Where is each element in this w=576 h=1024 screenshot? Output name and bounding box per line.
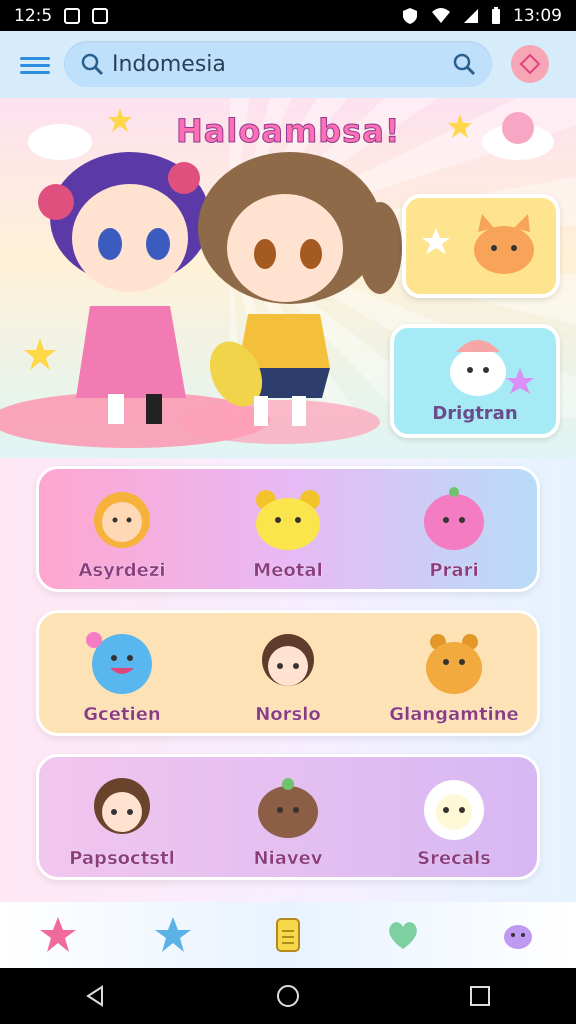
category-label: Niavev <box>253 848 323 869</box>
search-submit-icon[interactable] <box>452 52 476 76</box>
tab-chat[interactable] <box>378 910 428 960</box>
star-icon <box>448 114 472 138</box>
note-icon <box>275 918 300 952</box>
featured-card-label: Drigtran <box>432 403 518 424</box>
pink-blob-icon <box>424 487 484 550</box>
category-tile[interactable]: Gcetien <box>42 628 202 725</box>
category-row: Gcetien Norslo Glangamtine <box>36 610 540 736</box>
home-icon[interactable] <box>276 984 300 1008</box>
pink-star-icon <box>39 917 76 952</box>
signal-icon <box>464 8 478 23</box>
category-label: Meotal <box>253 560 323 581</box>
category-label: Srecals <box>417 848 491 869</box>
category-tile[interactable]: Glangamtine <box>374 628 534 725</box>
hero-banner[interactable]: Haloambsa! Drigtran <box>0 98 576 458</box>
category-tile[interactable]: Meotal <box>208 484 368 581</box>
category-row: Papsoctstl Niavev Srecals <box>36 754 540 880</box>
cloud-icon <box>28 124 92 160</box>
featured-card-dragon[interactable]: Drigtran <box>390 324 560 438</box>
tab-home[interactable] <box>33 910 83 960</box>
shell-icon <box>502 112 534 144</box>
brown-creature-icon <box>258 778 318 838</box>
category-label: Prari <box>429 560 479 581</box>
menu-icon-line <box>20 57 50 60</box>
tab-notes[interactable] <box>263 910 313 960</box>
category-tile[interactable]: Niavev <box>208 772 368 869</box>
category-tile[interactable]: Asyrdezi <box>42 484 202 581</box>
category-tile[interactable]: Norslo <box>208 628 368 725</box>
blue-star-icon <box>154 917 191 952</box>
notification-icon <box>64 7 81 24</box>
orange-bear-icon <box>426 634 482 694</box>
status-bar: 12:5 13:09 <box>0 0 576 31</box>
star-icon <box>108 108 132 132</box>
lion-cub-icon <box>94 492 150 548</box>
category-label: Glangamtine <box>389 704 519 725</box>
app-top-bar: Indomesia <box>0 31 576 98</box>
white-creature-icon <box>450 340 534 396</box>
menu-button[interactable] <box>20 53 50 75</box>
heart-gem-icon <box>519 53 541 75</box>
green-heart-icon <box>389 922 417 949</box>
category-row: Asyrdezi Meotal Prari <box>36 466 540 592</box>
character-brown-hair <box>198 152 402 426</box>
bottom-tab-bar <box>0 902 576 968</box>
category-tile[interactable]: Prari <box>374 484 534 581</box>
status-time: 12:5 <box>14 5 53 26</box>
search-input[interactable]: Indomesia <box>112 52 452 77</box>
category-tile[interactable]: Papsoctstl <box>42 772 202 869</box>
notification-icon-2 <box>92 7 109 24</box>
yellow-bear-icon <box>256 490 320 550</box>
category-tile[interactable]: Srecals <box>374 772 534 869</box>
category-label: Norslo <box>255 704 321 725</box>
back-icon[interactable] <box>84 984 108 1008</box>
tab-profile[interactable] <box>493 910 543 960</box>
fluffy-sheep-icon <box>424 780 484 840</box>
search-bar[interactable]: Indomesia <box>64 41 492 87</box>
recents-icon[interactable] <box>468 984 492 1008</box>
tab-favorites[interactable] <box>148 910 198 960</box>
category-grid: Asyrdezi Meotal Prari Gcetien Norslo Gla… <box>0 458 576 902</box>
battery-icon <box>492 6 500 24</box>
menu-icon-line <box>20 64 50 67</box>
android-nav-bar <box>0 968 576 1024</box>
category-label: Gcetien <box>83 704 161 725</box>
blue-blob-icon <box>86 632 152 694</box>
featured-card-cat[interactable] <box>402 194 560 298</box>
purple-creature-icon <box>504 925 533 949</box>
menu-icon-line <box>20 71 50 74</box>
wifi-icon <box>432 7 450 23</box>
brown-hair-girl-icon <box>94 778 150 834</box>
status-clock: 13:09 <box>513 5 562 26</box>
profile-avatar[interactable] <box>511 45 549 83</box>
shield-icon <box>403 7 417 24</box>
category-label: Papsoctstl <box>69 848 175 869</box>
category-label: Asyrdezi <box>78 560 166 581</box>
character-purple-hair <box>38 152 210 424</box>
chibi-girl-icon <box>262 634 314 686</box>
search-icon <box>81 53 104 76</box>
orange-cat-icon <box>422 214 534 274</box>
star-icon <box>24 338 56 370</box>
